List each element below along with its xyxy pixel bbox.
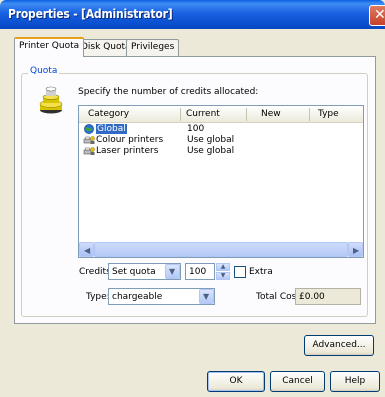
cancel-button[interactable]: Cancel (270, 371, 325, 392)
printer-group-icon (83, 147, 95, 155)
list-item-current: Use global (187, 135, 235, 145)
list-item-current: Use global (187, 146, 235, 156)
type-label: Type: (86, 292, 110, 302)
list-item-label: Colour printers (96, 135, 164, 145)
horizontal-scrollbar[interactable]: ◀ ▶ (79, 242, 363, 257)
chevron-right-icon: ▶ (353, 246, 360, 255)
quota-group-label: Quota (28, 66, 60, 76)
scroll-thumb[interactable] (94, 242, 348, 257)
list-item-colour-printers[interactable]: Colour printers (83, 135, 163, 146)
chevron-down-icon: ▼ (203, 292, 210, 301)
close-icon: ✕ (374, 7, 385, 23)
tab-printer-quota[interactable]: Printer Quota (14, 37, 85, 57)
scroll-right-button[interactable]: ▶ (348, 242, 363, 257)
properties-window: Properties - [Administrator] ✕ Printer Q… (0, 0, 385, 397)
list-item-global[interactable]: Global (83, 124, 127, 135)
dropdown-button[interactable]: ▼ (199, 289, 214, 304)
category-listview[interactable]: Category Current New Type Global 100 Col… (78, 105, 364, 258)
credits-spinner[interactable]: ▲ ▼ (216, 263, 230, 280)
chevron-down-icon: ▼ (169, 267, 176, 276)
list-item-label: Global (96, 124, 127, 134)
spin-down-icon[interactable]: ▼ (216, 272, 230, 280)
credits-value-input[interactable]: 100 (185, 263, 215, 280)
globe-icon (84, 124, 94, 134)
advanced-button[interactable]: Advanced... (304, 335, 374, 356)
list-item-laser-printers[interactable]: Laser printers (83, 146, 158, 157)
list-item-current: 100 (187, 124, 205, 134)
chevron-left-icon: ◀ (84, 246, 91, 255)
ok-button[interactable]: OK (207, 371, 265, 392)
scroll-left-button[interactable]: ◀ (79, 242, 94, 257)
listview-header: Category Current New Type (79, 106, 363, 123)
printer-group-icon (83, 136, 95, 144)
help-button[interactable]: Help (330, 371, 380, 392)
column-new[interactable]: New (261, 109, 281, 119)
column-category[interactable]: Category (88, 109, 129, 119)
quota-instruction: Specify the number of credits allocated: (78, 87, 259, 97)
column-type[interactable]: Type (318, 109, 339, 119)
credits-mode-select[interactable]: Set quota ▼ (108, 263, 181, 280)
extra-checkbox[interactable] (234, 266, 246, 278)
extra-label: Extra (249, 267, 273, 277)
dropdown-button[interactable]: ▼ (165, 264, 180, 279)
title-bar[interactable]: Properties - [Administrator] ✕ (0, 0, 385, 29)
list-item-label: Laser printers (96, 146, 159, 156)
close-button[interactable]: ✕ (369, 5, 385, 26)
spin-up-icon[interactable]: ▲ (216, 263, 230, 271)
coin-stack-icon (39, 86, 63, 114)
window-title: Properties - [Administrator] (8, 7, 173, 21)
column-current[interactable]: Current (186, 109, 220, 119)
total-cost-field: £0.00 (295, 288, 361, 305)
type-select[interactable]: chargeable ▼ (108, 288, 215, 305)
tab-privileges[interactable]: Privileges (126, 39, 180, 56)
